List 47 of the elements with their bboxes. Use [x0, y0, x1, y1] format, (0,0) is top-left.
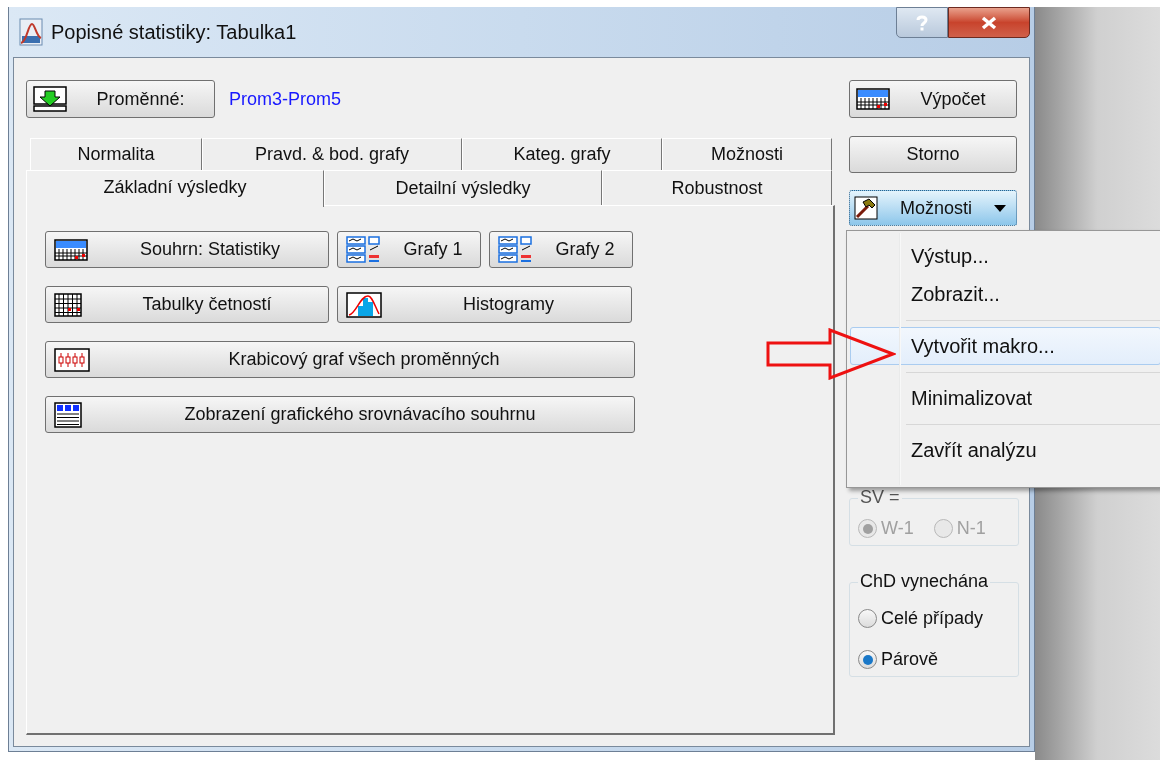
analysis-button[interactable]: Krabicový graf všech proměnných	[45, 341, 635, 378]
close-button[interactable]	[948, 7, 1030, 38]
histogram-icon	[346, 291, 382, 318]
hammer-icon	[854, 196, 878, 220]
cancel-button[interactable]: Storno	[849, 136, 1017, 173]
tab[interactable]: Normalita	[30, 138, 202, 170]
variables-value: Prom3-Prom5	[229, 87, 342, 111]
analysis-button[interactable]: Tabulky četností	[45, 286, 329, 323]
analysis-button[interactable]: Zobrazení grafického srovnávacího souhrnu	[45, 396, 635, 433]
tab[interactable]: Základní výsledky	[26, 170, 324, 207]
table-icon	[54, 401, 82, 428]
chart-grid-icon	[346, 235, 382, 264]
table-icon	[54, 292, 82, 317]
menu-item[interactable]: Zobrazit...	[850, 275, 1160, 313]
window-title: Popisné statistiky: Tabulka1	[51, 20, 297, 45]
tab[interactable]: Kateg. grafy	[462, 138, 662, 170]
compute-button[interactable]: Výpočet	[849, 80, 1017, 118]
boxplot-icon	[54, 347, 90, 372]
download-icon	[33, 86, 67, 112]
table-icon	[54, 238, 88, 261]
radio-label: N-1	[956, 517, 986, 540]
radio-label: Párově	[881, 648, 939, 671]
variables-button[interactable]: Proměnné:	[26, 80, 215, 118]
chart-grid-icon	[498, 235, 534, 264]
menu-item[interactable]: Vytvořit makro...	[850, 327, 1160, 365]
help-button[interactable]	[896, 7, 948, 38]
table-icon	[856, 88, 890, 110]
app-icon	[19, 18, 43, 46]
help-icon	[916, 14, 928, 31]
close-icon	[980, 15, 998, 30]
menu-item[interactable]: Zavřít analýzu	[850, 431, 1160, 469]
radio-label: Celé případy	[881, 607, 984, 630]
tab[interactable]: Detailní výsledky	[324, 170, 602, 205]
analysis-button[interactable]: Histogramy	[337, 286, 632, 323]
tab[interactable]: Robustnost	[602, 170, 832, 205]
options-menu-button[interactable]: Možnosti	[849, 190, 1017, 226]
tab[interactable]: Možnosti	[662, 138, 832, 170]
menu-item[interactable]: Výstup...	[850, 237, 1160, 275]
caret-icon	[994, 204, 1006, 212]
radio-label: W-1	[881, 517, 914, 540]
radio-button[interactable]	[858, 650, 877, 669]
radio-button[interactable]	[858, 609, 877, 628]
tab[interactable]: Pravd. & bod. grafy	[202, 138, 462, 170]
menu-item[interactable]: Minimalizovat	[850, 379, 1160, 417]
analysis-button[interactable]: Grafy 1	[337, 231, 481, 268]
analysis-button[interactable]: Grafy 2	[489, 231, 633, 268]
analysis-button[interactable]: Souhrn: Statistiky	[45, 231, 329, 268]
